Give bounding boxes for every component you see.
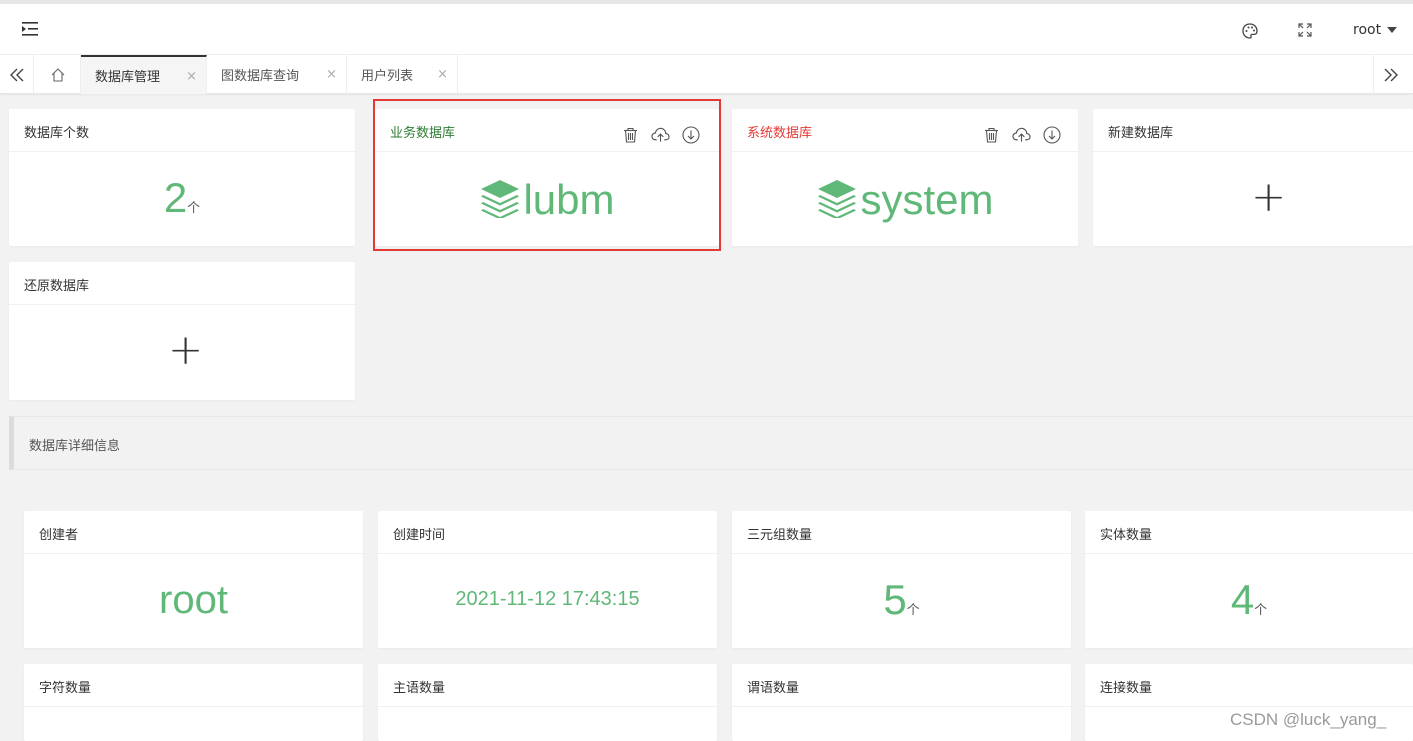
trash-icon[interactable] <box>621 125 640 144</box>
stat-label: 创建时间 <box>378 511 717 554</box>
double-chevron-right-icon[interactable] <box>1373 55 1407 94</box>
stat-unit: 个 <box>1254 603 1268 618</box>
tab-database-management[interactable]: 数据库管理 × <box>81 55 207 94</box>
stat-value: 4 <box>1230 576 1255 623</box>
download-circle-icon[interactable] <box>1042 125 1061 144</box>
tab-user-list[interactable]: 用户列表 × <box>347 55 458 94</box>
stat-card-literal-count: 字符数量 <box>24 664 363 741</box>
stat-label: 谓语数量 <box>732 664 1071 707</box>
stat-card-triple-count: 三元组数量 5个 <box>732 511 1071 648</box>
user-name: root <box>1353 22 1382 38</box>
db-name: system <box>860 176 994 223</box>
db-actions <box>621 125 700 144</box>
stat-label: 三元组数量 <box>732 511 1071 554</box>
stat-value: 2021-11-12 17:43:15 <box>455 588 640 610</box>
top-header: root <box>0 0 1413 54</box>
db-title: system <box>732 176 1078 224</box>
tabs-bar: 数据库管理 × 图数据库查询 × 用户列表 × <box>0 54 1413 94</box>
double-chevron-left-icon[interactable] <box>0 55 34 94</box>
db-card-header: 系统数据库 <box>732 109 1078 152</box>
caret-down-icon <box>1387 27 1398 33</box>
db-card-title: 业务数据库 <box>390 126 456 141</box>
fullscreen-icon[interactable] <box>1297 22 1315 40</box>
detail-section-header: 数据库详细信息 <box>9 416 1413 470</box>
database-stack-icon <box>816 178 858 222</box>
tab-close-icon[interactable]: × <box>437 67 448 82</box>
stat-unit: 个 <box>906 603 920 618</box>
db-name: lubm <box>523 176 615 223</box>
section-title: 数据库详细信息 <box>29 439 121 454</box>
card-title: 数据库个数 <box>9 109 355 152</box>
card-title: 还原数据库 <box>9 262 355 305</box>
db-card-system[interactable]: 系统数据库 system <box>732 109 1078 246</box>
tab-label: 图数据库查询 <box>221 69 300 84</box>
db-count-value: 2 <box>163 174 188 221</box>
watermark: CSDN @luck_yang_ <box>1230 710 1387 729</box>
cloud-upload-icon[interactable] <box>651 125 670 144</box>
stat-card-predicate-count: 谓语数量 <box>732 664 1071 741</box>
db-count-card: 数据库个数 2个 <box>9 109 355 246</box>
card-title: 新建数据库 <box>1093 109 1413 152</box>
db-card-header: 业务数据库 <box>375 109 719 152</box>
home-icon[interactable] <box>35 55 81 94</box>
cloud-upload-icon[interactable] <box>1012 125 1031 144</box>
tab-label: 数据库管理 <box>95 70 161 85</box>
menu-fold-icon[interactable] <box>22 21 42 39</box>
stat-label: 字符数量 <box>24 664 363 707</box>
db-title: lubm <box>375 176 719 224</box>
plus-icon[interactable]: + <box>1251 176 1286 218</box>
new-db-card[interactable]: 新建数据库 + <box>1093 109 1413 246</box>
download-circle-icon[interactable] <box>681 125 700 144</box>
db-card-title: 系统数据库 <box>747 126 813 141</box>
stat-card-subject-count: 主语数量 <box>378 664 717 741</box>
stat-value: 5 <box>883 576 907 623</box>
db-count-unit: 个 <box>187 201 201 216</box>
db-card-lubm[interactable]: 业务数据库 lubm <box>375 109 719 246</box>
tab-label: 用户列表 <box>361 69 414 84</box>
stat-card-entity-count: 实体数量 4个 <box>1085 511 1413 648</box>
stat-label: 创建者 <box>24 511 363 554</box>
tab-close-icon[interactable]: × <box>186 69 197 84</box>
plus-icon[interactable]: + <box>168 329 203 371</box>
stat-card-created-time: 创建时间 2021-11-12 17:43:15 <box>378 511 717 648</box>
stat-value: root <box>159 578 228 622</box>
stat-card-creator: 创建者 root <box>24 511 363 648</box>
stat-label: 实体数量 <box>1085 511 1413 554</box>
user-menu[interactable]: root <box>1353 22 1398 38</box>
tab-graph-query[interactable]: 图数据库查询 × <box>207 55 347 94</box>
trash-icon[interactable] <box>982 125 1001 144</box>
db-actions <box>982 125 1061 144</box>
database-stack-icon <box>479 178 521 222</box>
palette-icon[interactable] <box>1241 22 1259 40</box>
stat-label: 主语数量 <box>378 664 717 707</box>
tab-close-icon[interactable]: × <box>326 67 337 82</box>
restore-db-card[interactable]: 还原数据库 + <box>9 262 355 400</box>
stat-label: 连接数量 <box>1085 664 1413 707</box>
